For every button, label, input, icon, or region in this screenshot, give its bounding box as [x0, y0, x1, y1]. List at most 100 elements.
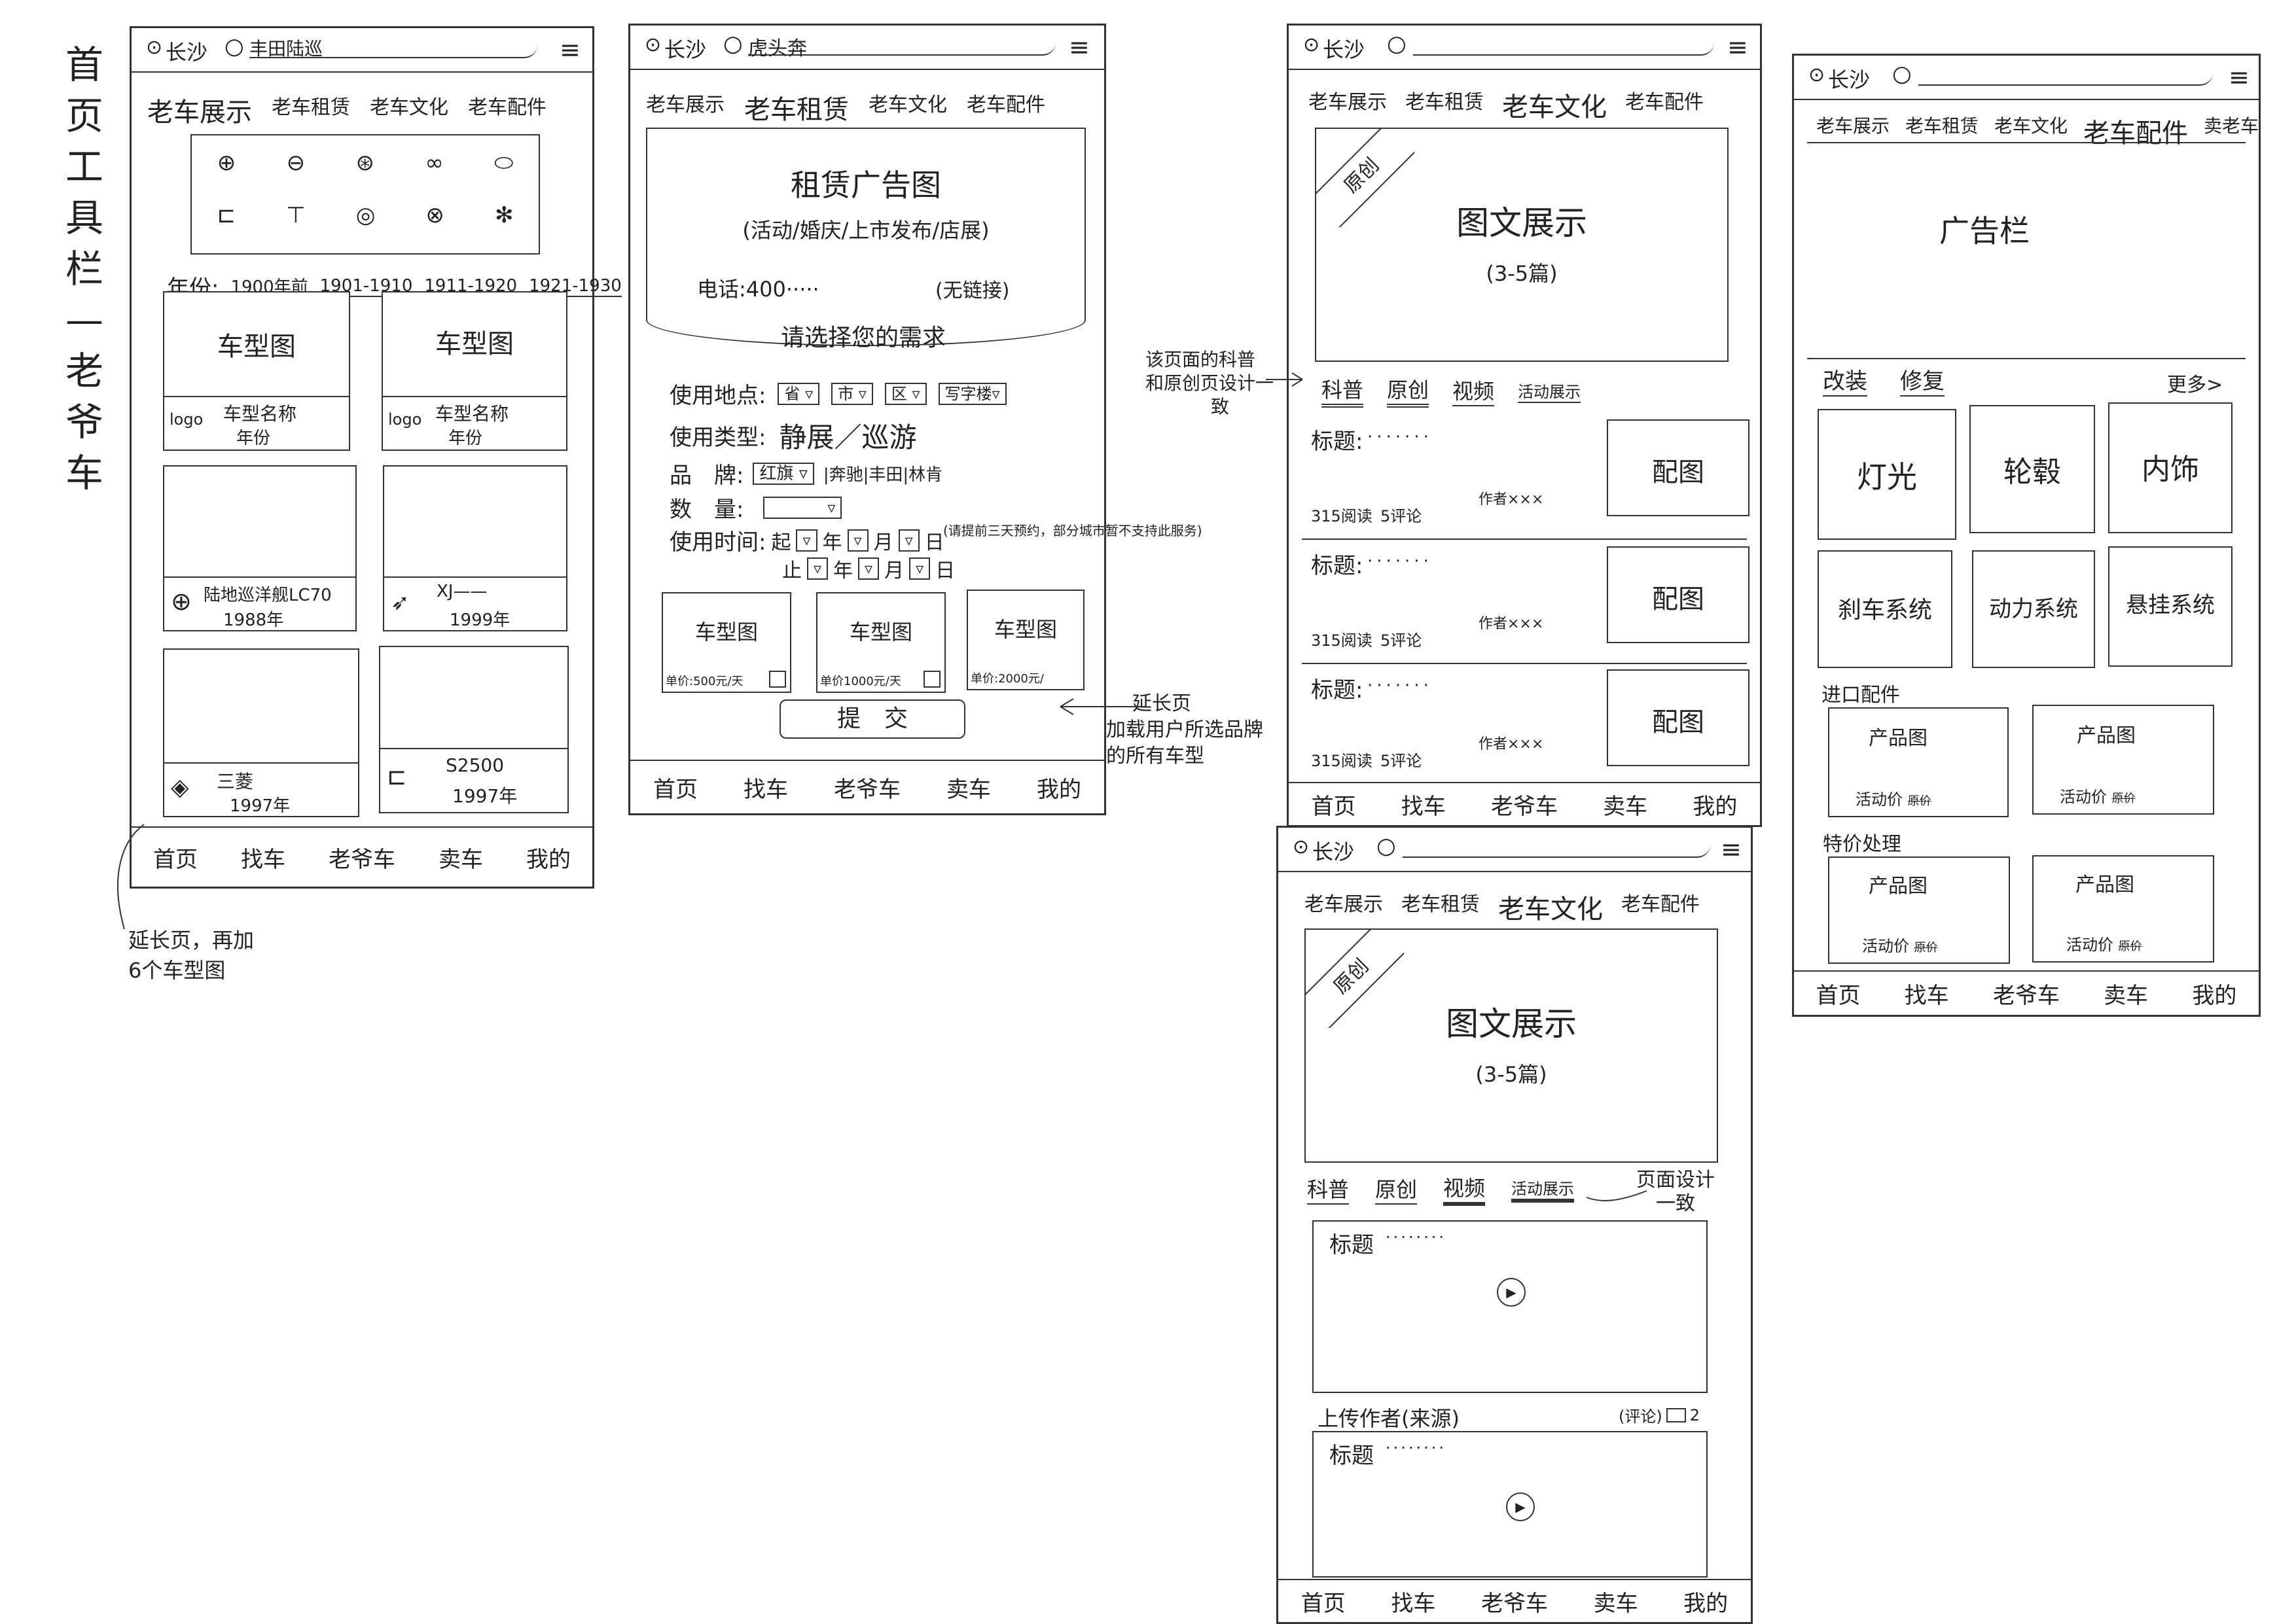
rental-ad-banner[interactable]: 租赁广告图 (活动/婚庆/上市发布/店展) 电话:400····· (无链接) — [646, 128, 1086, 346]
category-card[interactable]: 轮毂 — [1969, 405, 2095, 533]
location-pin-icon[interactable]: ⊙ — [645, 33, 661, 56]
search-input[interactable] — [1413, 32, 1714, 56]
ad-banner[interactable]: 广告栏 — [1939, 207, 2030, 251]
province-select[interactable]: 省 ▿ — [778, 382, 820, 405]
tab-mine[interactable]: 我的 — [1683, 1585, 1728, 1617]
tab-find-car[interactable]: 找车 — [1905, 978, 1949, 1010]
menu-icon[interactable]: ≡ — [1721, 837, 1742, 862]
tab-mine[interactable]: 我的 — [526, 841, 571, 874]
tab-home[interactable]: 首页 — [1312, 788, 1356, 821]
tab-find-car[interactable]: 找车 — [241, 841, 285, 874]
car-card[interactable]: ⊏ S2500 1997年 — [379, 646, 569, 813]
brand-logo-icon[interactable]: ∞ — [425, 150, 443, 176]
nav-item[interactable]: 老车租赁 — [1405, 86, 1484, 124]
tab-sell-car[interactable]: 卖车 — [439, 841, 483, 874]
select-checkbox[interactable] — [924, 671, 941, 688]
tab-original[interactable]: 原创 — [1387, 374, 1429, 408]
city-label[interactable]: 长沙 — [166, 36, 207, 66]
tab-mine[interactable]: 我的 — [2192, 978, 2236, 1010]
brand-logo-icon[interactable]: ⊏ — [217, 202, 236, 228]
menu-icon[interactable]: ≡ — [1069, 35, 1090, 60]
nav-item[interactable]: 老车租赁 — [1905, 112, 1979, 150]
nav-item[interactable]: 卖老车 — [2204, 112, 2259, 150]
menu-icon[interactable]: ≡ — [1727, 35, 1748, 60]
city-select[interactable]: 市 ▿ — [831, 382, 873, 405]
tab-classic-car[interactable]: 老爷车 — [1481, 1585, 1548, 1617]
search-input[interactable] — [1918, 62, 2213, 86]
brand-select[interactable]: 红旗 ▿ — [753, 462, 814, 485]
search-input[interactable]: 丰田陆巡 — [249, 35, 537, 60]
tab-video[interactable]: 视频 — [1443, 1172, 1486, 1206]
tab-find-car[interactable]: 找车 — [1401, 788, 1446, 821]
start-month-select[interactable]: ▿ — [847, 529, 869, 552]
nav-item[interactable]: 老车租赁 — [744, 88, 849, 126]
nav-item[interactable]: 老车配件 — [468, 91, 547, 129]
location-pin-icon[interactable]: ⊙ — [1293, 836, 1309, 858]
location-pin-icon[interactable]: ⊙ — [1303, 33, 1319, 56]
nav-item[interactable]: 老车展示 — [1308, 86, 1387, 124]
tab-classic-car[interactable]: 老爷车 — [1491, 788, 1558, 821]
district-select[interactable]: 区 ▿ — [884, 382, 927, 405]
video-comments[interactable]: (评论) 2 — [1619, 1403, 1700, 1426]
city-label[interactable]: 长沙 — [1312, 836, 1354, 866]
nav-item[interactable]: 老车文化 — [1498, 888, 1603, 926]
end-day-select[interactable]: ▿ — [909, 557, 931, 580]
search-input[interactable]: 虎头奔 — [748, 32, 1056, 60]
tab-sell-car[interactable]: 卖车 — [946, 771, 991, 803]
location-pin-icon[interactable]: ⊙ — [146, 36, 162, 59]
search-icon[interactable]: ○ — [723, 31, 743, 57]
category-card[interactable]: 动力系统 — [1972, 550, 2095, 668]
search-icon[interactable]: ○ — [1376, 833, 1396, 859]
start-day-select[interactable]: ▿ — [898, 529, 920, 552]
car-card[interactable]: ◈ 三菱 1997年 — [163, 648, 359, 817]
nav-item[interactable]: 老车配件 — [967, 88, 1045, 126]
video-card[interactable]: 标题 ········ ▶ — [1312, 1431, 1708, 1578]
car-card[interactable]: ⊕ 陆地巡洋舰LC70 1988年 — [163, 465, 357, 631]
end-month-select[interactable]: ▿ — [858, 557, 880, 580]
tab-sell-car[interactable]: 卖车 — [1603, 788, 1647, 821]
tab-classic-car[interactable]: 老爷车 — [834, 771, 901, 803]
product-card[interactable]: 产品图 活动价 原价 — [2032, 705, 2214, 815]
category-card[interactable]: 刹车系统 — [1818, 550, 1952, 668]
culture-banner[interactable]: 原创 图文展示 (3-5篇) — [1315, 128, 1729, 362]
tab-home[interactable]: 首页 — [653, 771, 698, 803]
nav-item[interactable]: 老车文化 — [1994, 112, 2068, 150]
article-item[interactable]: 标题: ······· 315阅读 5评论 作者××× 配图 — [1302, 418, 1749, 540]
culture-banner[interactable]: 原创 图文展示 (3-5篇) — [1304, 928, 1718, 1163]
brand-logo-icon[interactable]: ⊖ — [287, 150, 306, 176]
category-card[interactable]: 内饰 — [2108, 402, 2233, 533]
tab-original[interactable]: 原创 — [1375, 1173, 1418, 1205]
nav-item[interactable]: 老车租赁 — [1401, 888, 1480, 926]
nav-item[interactable]: 老车文化 — [1502, 86, 1607, 124]
rental-car-card[interactable]: 车型图 单价:500元/天 — [662, 592, 791, 693]
product-card[interactable]: 产品图 活动价 原价 — [1828, 707, 2009, 817]
nav-item[interactable]: 老车文化 — [370, 91, 448, 129]
nav-item[interactable]: 老车展示 — [147, 91, 252, 129]
tab-video[interactable]: 视频 — [1452, 375, 1495, 406]
quantity-select[interactable]: ▿ — [763, 496, 842, 519]
car-card[interactable]: ➶ XJ—— 1999年 — [383, 465, 567, 631]
nav-item[interactable]: 老车展示 — [1816, 112, 1890, 150]
nav-item[interactable]: 老车配件 — [1621, 888, 1700, 926]
article-item[interactable]: 标题: ······· 315阅读 5评论 作者××× 配图 — [1302, 667, 1749, 778]
nav-item[interactable]: 老车配件 — [2083, 112, 2188, 150]
tab-sell-car[interactable]: 卖车 — [2104, 978, 2148, 1010]
product-card[interactable]: 产品图 活动价 原价 — [1828, 856, 2010, 964]
location-pin-icon[interactable]: ⊙ — [1808, 63, 1825, 86]
search-icon[interactable]: ○ — [1892, 61, 1912, 87]
category-card[interactable]: 灯光 — [1818, 409, 1956, 540]
more-link[interactable]: 更多> — [2167, 368, 2223, 397]
play-icon[interactable]: ▶ — [1506, 1492, 1535, 1521]
tab-science[interactable]: 科普 — [1307, 1173, 1350, 1205]
tab-mine[interactable]: 我的 — [1037, 771, 1081, 803]
video-card[interactable]: 标题 ········ ▶ — [1312, 1220, 1708, 1393]
tab-classic-car[interactable]: 老爷车 — [329, 841, 395, 874]
nav-item[interactable]: 老车租赁 — [272, 91, 350, 129]
rental-car-card[interactable]: 车型图 单价:2000元/ — [967, 590, 1085, 690]
rental-car-card[interactable]: 车型图 单价1000元/天 — [816, 592, 946, 693]
play-icon[interactable]: ▶ — [1497, 1278, 1526, 1307]
brand-logo-icon[interactable]: ✻ — [495, 202, 514, 228]
brand-logo-icon[interactable]: ⊗ — [425, 202, 444, 228]
tab-restore[interactable]: 修复 — [1900, 363, 1945, 397]
city-label[interactable]: 长沙 — [1828, 63, 1870, 94]
